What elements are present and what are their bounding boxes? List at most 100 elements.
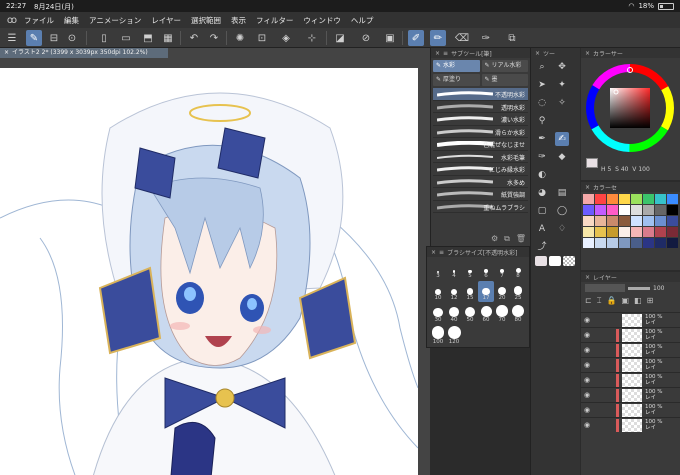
blend-icon[interactable]: ◐	[535, 168, 549, 182]
color-swatch[interactable]	[643, 194, 654, 204]
brush-item[interactable]: 透明水彩	[433, 101, 528, 113]
app-logo-icon[interactable]: ꝏ	[0, 15, 24, 26]
color-swatch[interactable]	[607, 238, 618, 248]
brush-item[interactable]: 水多め	[433, 176, 528, 188]
layer-row[interactable]: ◉ 100 % レイ	[581, 387, 680, 402]
layer-row[interactable]: ◉ 100 % レイ	[581, 417, 680, 432]
close-icon[interactable]: ×	[585, 50, 590, 57]
color-swatch[interactable]	[667, 205, 678, 215]
menu-icon[interactable]: ≡	[439, 249, 444, 256]
brush-size-option[interactable]: 80	[510, 303, 526, 324]
brush-size-option[interactable]: 3	[430, 259, 446, 280]
brush-icon[interactable]: ✍	[555, 132, 569, 146]
brush-size-option[interactable]: 30	[430, 303, 446, 324]
color-swatch[interactable]	[595, 194, 606, 204]
eye-icon[interactable]: ◉	[584, 406, 590, 414]
color-swatch[interactable]	[631, 238, 642, 248]
move-layer-icon[interactable]: ✦	[555, 78, 569, 92]
menu-edit[interactable]: 編集	[64, 15, 79, 26]
transform-icon[interactable]: ⊹	[304, 30, 320, 46]
layer-row[interactable]: ◉ 100 % レイ	[581, 372, 680, 387]
brush-size-option[interactable]: 70	[494, 303, 510, 324]
close-icon[interactable]: ×	[435, 50, 440, 57]
brush-size-option[interactable]: 60	[478, 303, 494, 324]
lasso-icon[interactable]: ◌	[535, 96, 549, 110]
tab-watercolor[interactable]: ✎ 水彩	[433, 60, 480, 72]
color-swatch[interactable]	[655, 194, 666, 204]
brush-size-option[interactable]: 6	[478, 259, 494, 280]
close-icon[interactable]: ×	[431, 249, 436, 256]
color-swatch[interactable]	[655, 205, 666, 215]
brush-item[interactable]: 重ねムラブラシ	[433, 201, 528, 213]
brush-size-option[interactable]: 100	[430, 325, 446, 346]
brush-item[interactable]: 不透明水彩	[433, 88, 528, 101]
brush-size-option[interactable]: 8	[510, 259, 526, 280]
canvas-area[interactable]: × イラスト2 2* (3399 x 3039px 350dpi 102.2%)	[0, 48, 430, 475]
color-swatch[interactable]	[595, 227, 606, 237]
close-icon[interactable]: ×	[4, 49, 9, 56]
color-swatch[interactable]	[631, 227, 642, 237]
brush-size-option[interactable]: 17	[478, 281, 494, 302]
copy-icon[interactable]: ⧉	[504, 234, 510, 244]
color-swatch[interactable]	[643, 216, 654, 226]
color-swatch[interactable]	[619, 227, 630, 237]
lock-icon[interactable]: 🔒	[607, 296, 617, 310]
color-swatch[interactable]	[667, 216, 678, 226]
document-tab[interactable]: × イラスト2 2* (3399 x 3039px 350dpi 102.2%)	[0, 48, 168, 58]
color-swatch[interactable]	[631, 216, 642, 226]
brush-item[interactable]: にじみ縁水彩	[433, 163, 528, 176]
brush-size-option[interactable]: 5	[462, 259, 478, 280]
brush-size-option[interactable]: 120	[446, 325, 462, 346]
close-icon[interactable]: ×	[535, 50, 540, 57]
text-icon[interactable]: A	[535, 222, 549, 236]
color-swatch[interactable]	[583, 238, 594, 248]
canvas-paper[interactable]	[0, 68, 419, 475]
brush-size-option[interactable]: 50	[462, 303, 478, 324]
hamburger-icon[interactable]: ☰	[4, 30, 20, 46]
airbrush-icon[interactable]: ✑	[535, 150, 549, 164]
layer-row[interactable]: ◉ 100 % レイ	[581, 342, 680, 357]
color-swatch[interactable]	[667, 227, 678, 237]
brush-size-option[interactable]: 7	[494, 259, 510, 280]
brush-size-option[interactable]: 10	[430, 281, 446, 302]
clear-icon[interactable]: ⊡	[254, 30, 270, 46]
delete-icon[interactable]: 🗑	[516, 234, 526, 244]
simple-mode-icon[interactable]: ✎	[26, 30, 42, 46]
operation-icon[interactable]: ➤	[535, 78, 549, 92]
redo-icon[interactable]: ↷	[206, 30, 222, 46]
menu-selection[interactable]: 選択範囲	[191, 15, 221, 26]
undo-icon[interactable]: ↶	[186, 30, 202, 46]
brush-size-option[interactable]: 25	[510, 281, 526, 302]
frame-icon[interactable]: ◯	[555, 204, 569, 218]
color-swatch[interactable]	[607, 216, 618, 226]
opacity-slider[interactable]	[628, 286, 650, 290]
brush-size-option[interactable]: 20	[494, 281, 510, 302]
color-swatch[interactable]	[619, 205, 630, 215]
brush-item[interactable]: 水彩毛筆	[433, 151, 528, 163]
select-all-icon[interactable]: ◪	[332, 30, 348, 46]
eye-icon[interactable]: ◉	[584, 391, 590, 399]
color-swatch[interactable]	[643, 205, 654, 215]
new-layer-icon[interactable]: ⊞	[647, 296, 654, 310]
balloon-icon[interactable]: ♢	[555, 222, 569, 236]
tab-thick-paint[interactable]: ✎ 厚塗り	[433, 74, 480, 86]
reference-icon[interactable]: ⌶	[597, 296, 602, 310]
brush-item[interactable]: 色混ぜなじませ	[433, 138, 528, 151]
layer-row[interactable]: ◉ 100 % レイ	[581, 327, 680, 342]
color-swatch[interactable]	[583, 227, 594, 237]
layout-icon[interactable]: ⊟	[46, 30, 62, 46]
tab-ink[interactable]: ✎ 墨	[481, 74, 528, 86]
menu-view[interactable]: 表示	[231, 15, 246, 26]
save-icon[interactable]: ⬒	[140, 30, 156, 46]
color-swatch[interactable]	[631, 205, 642, 215]
menu-animation[interactable]: アニメーション	[89, 15, 141, 26]
open-file-icon[interactable]: ▭	[118, 30, 134, 46]
loading-icon[interactable]: ✺	[232, 30, 248, 46]
color-swatch[interactable]	[595, 238, 606, 248]
brush-size-option[interactable]: 40	[446, 303, 462, 324]
menu-window[interactable]: ウィンドウ	[303, 15, 341, 26]
pen-quick-icon[interactable]: ✐	[408, 30, 424, 46]
color-swatch[interactable]	[583, 205, 594, 215]
brush-size-option[interactable]: 4	[446, 259, 462, 280]
layer-row[interactable]: ◉ 100 % レイ	[581, 357, 680, 372]
